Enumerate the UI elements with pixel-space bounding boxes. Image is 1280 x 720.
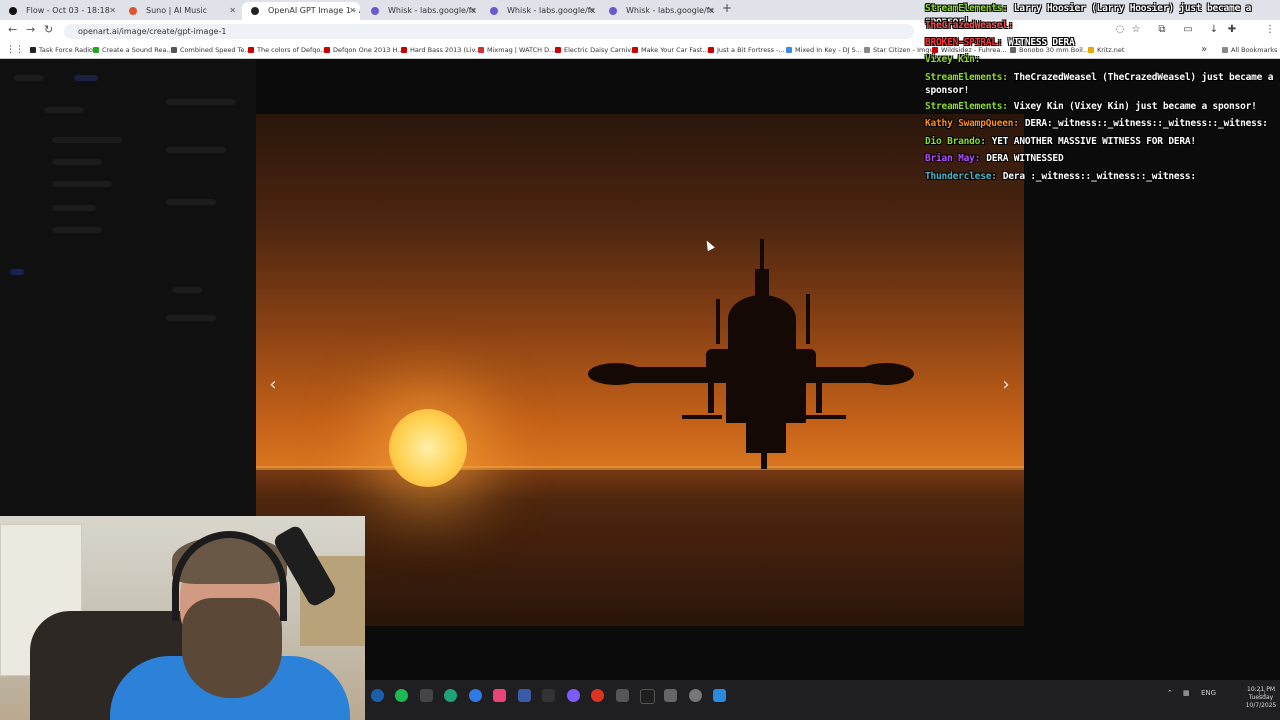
- chat-message: Kathy SwampQueen: DERA:_witness::_witness…: [925, 118, 1268, 129]
- chevron-up-icon[interactable]: ⌃: [1167, 689, 1173, 697]
- back-icon[interactable]: ←: [8, 23, 17, 36]
- app-icon[interactable]: [713, 689, 726, 702]
- bookmark-item[interactable]: Hard Bass 2013 (Liv...: [401, 44, 481, 56]
- browser-tab-active[interactable]: OpenAI GPT Image 1 - AI Imag ✕: [242, 2, 360, 20]
- bookmark-item[interactable]: Electric Daisy Carniv...: [555, 44, 637, 56]
- tab-favicon-icon: [609, 7, 617, 15]
- bookmark-item[interactable]: Task Force Radio: [30, 44, 93, 56]
- close-icon[interactable]: ✕: [109, 2, 116, 20]
- forward-icon[interactable]: →: [26, 23, 35, 36]
- chat-message: TheCrazedWeasel:: [925, 20, 1014, 31]
- new-tab-icon[interactable]: +: [722, 1, 732, 15]
- bookmark-item[interactable]: Mixmag | WATCH D...: [478, 44, 555, 56]
- chat-message: Thunderclese: Dera :_witness::_witness::_…: [925, 171, 1196, 182]
- browser-tab[interactable]: Whisk - labs.google/fx ✕: [362, 2, 480, 20]
- bookmark-item[interactable]: Combined Speed Te...: [171, 44, 251, 56]
- close-icon[interactable]: ✕: [229, 2, 236, 20]
- bookmark-item[interactable]: Make Your Car Fast...: [632, 44, 709, 56]
- browser-tab[interactable]: Whisk - labs.google/fx ✕: [481, 2, 599, 20]
- app-icon[interactable]: [616, 689, 629, 702]
- tab-title: Whisk - labs.google/fx: [507, 6, 596, 15]
- tab-title: Whisk - labs.google/fx: [626, 6, 715, 15]
- language-indicator[interactable]: ENG: [1201, 689, 1216, 697]
- chrome-icon[interactable]: [469, 689, 482, 702]
- spotify-icon[interactable]: [395, 689, 408, 702]
- close-icon[interactable]: ✕: [349, 2, 356, 20]
- reload-icon[interactable]: ↻: [44, 23, 53, 36]
- chat-message: StreamElements: Vixey Kin (Vixey Kin) jus…: [925, 101, 1257, 112]
- sea: [256, 468, 1024, 626]
- sun: [389, 409, 467, 487]
- bookmark-item[interactable]: Mixed In Key - DJ S...: [786, 44, 862, 56]
- settings-icon[interactable]: [689, 689, 702, 702]
- app-icon[interactable]: [542, 689, 555, 702]
- stream-chat-overlay: StreamElements: Larry Hoosier (Larry Hoos…: [920, 0, 1280, 185]
- taskbar: ⌃ ENG ▦ 10:21 PM Tuesday 10/7/2025 ▢: [365, 680, 1280, 720]
- bookmark-item[interactable]: Defqon One 2013 H...: [324, 44, 403, 56]
- close-icon[interactable]: ✕: [588, 2, 595, 20]
- url-input[interactable]: openart.ai/image/create/gpt-image-1: [64, 24, 914, 39]
- obs-icon[interactable]: [567, 689, 580, 702]
- tab-title: OpenAI GPT Image 1 - AI Imag: [268, 6, 360, 15]
- close-icon[interactable]: ✕: [707, 2, 714, 20]
- tab-favicon-icon: [251, 7, 259, 15]
- app-icon[interactable]: [640, 689, 655, 704]
- next-image-button[interactable]: ›: [998, 374, 1014, 395]
- browser-tab[interactable]: Whisk - labs.google/fx ✕: [600, 2, 718, 20]
- tab-title: Whisk - labs.google/fx: [388, 6, 477, 15]
- edge-icon[interactable]: [444, 689, 457, 702]
- webcam-feed: [0, 516, 365, 720]
- browser-tab[interactable]: Suno | AI Music ✕: [120, 2, 240, 20]
- chat-message: Dio Brando: YET ANOTHER MASSIVE WITNESS F…: [925, 136, 1196, 147]
- tab-favicon-icon: [129, 7, 137, 15]
- close-icon[interactable]: ✕: [469, 2, 476, 20]
- tab-favicon-icon: [490, 7, 498, 15]
- network-icon[interactable]: ▦: [1183, 689, 1190, 697]
- apps-icon[interactable]: ⋮⋮: [6, 44, 24, 56]
- calculator-icon[interactable]: [664, 689, 677, 702]
- tab-favicon-icon: [9, 7, 17, 15]
- chat-message: Brian May: DERA WITNESSED: [925, 153, 1064, 164]
- terminal-icon[interactable]: [518, 689, 531, 702]
- photos-icon[interactable]: [493, 689, 506, 702]
- spaceship-silhouette: [588, 239, 914, 469]
- tab-favicon-icon: [371, 7, 379, 15]
- app-icon[interactable]: [420, 689, 433, 702]
- previous-image-button[interactable]: ‹: [265, 374, 281, 395]
- dimmed-sidebar: [0, 59, 256, 519]
- steam-icon[interactable]: [371, 689, 384, 702]
- tab-title: Flow - Oct 03 - 18:18: [26, 6, 110, 15]
- generated-image[interactable]: [256, 114, 1024, 626]
- bookmark-item[interactable]: Just a Bit Fortress -...: [708, 44, 785, 56]
- bookmark-item[interactable]: The colors of Defqo...: [248, 44, 326, 56]
- bookmark-item[interactable]: Create a Sound Rea...: [93, 44, 173, 56]
- chat-message: StreamElements: TheCrazedWeasel (TheCraze…: [925, 72, 1274, 96]
- browser-tab[interactable]: Flow - Oct 03 - 18:18 ✕: [0, 2, 120, 20]
- tab-title: Suno | AI Music: [146, 6, 208, 15]
- chat-message: Vixey Kin:: [925, 54, 981, 65]
- notification-icon[interactable]: ▢: [1259, 689, 1266, 697]
- chat-message: BROKEN-SPIRAL: WITNESS DERA: [925, 37, 1075, 48]
- app-icon[interactable]: [591, 689, 604, 702]
